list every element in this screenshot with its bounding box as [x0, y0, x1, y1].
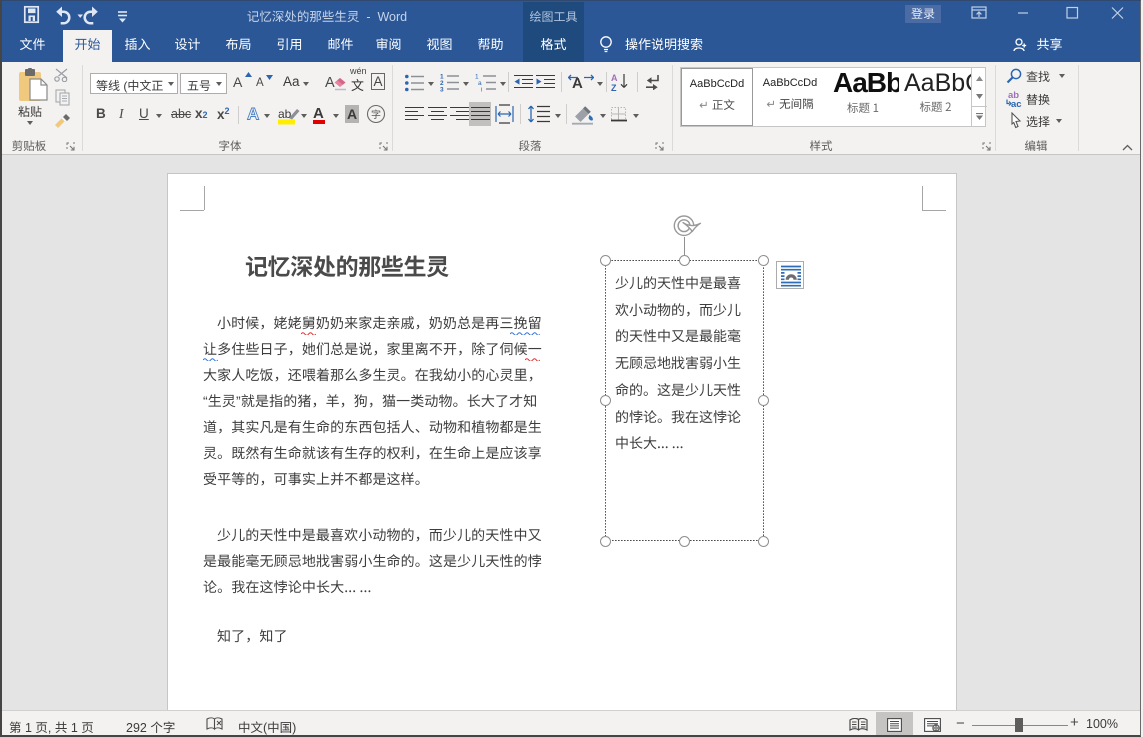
svg-text:字: 字	[371, 106, 381, 121]
svg-text:i: i	[481, 87, 482, 93]
svg-text:A: A	[247, 105, 259, 124]
svg-text:A: A	[313, 105, 324, 122]
svg-text:3: 3	[440, 87, 444, 93]
svg-text:ab: ab	[278, 107, 292, 121]
svg-text:ac: ac	[1011, 99, 1022, 108]
svg-text:A: A	[325, 75, 335, 91]
svg-text:Z: Z	[611, 83, 617, 92]
svg-text:A: A	[611, 73, 618, 83]
